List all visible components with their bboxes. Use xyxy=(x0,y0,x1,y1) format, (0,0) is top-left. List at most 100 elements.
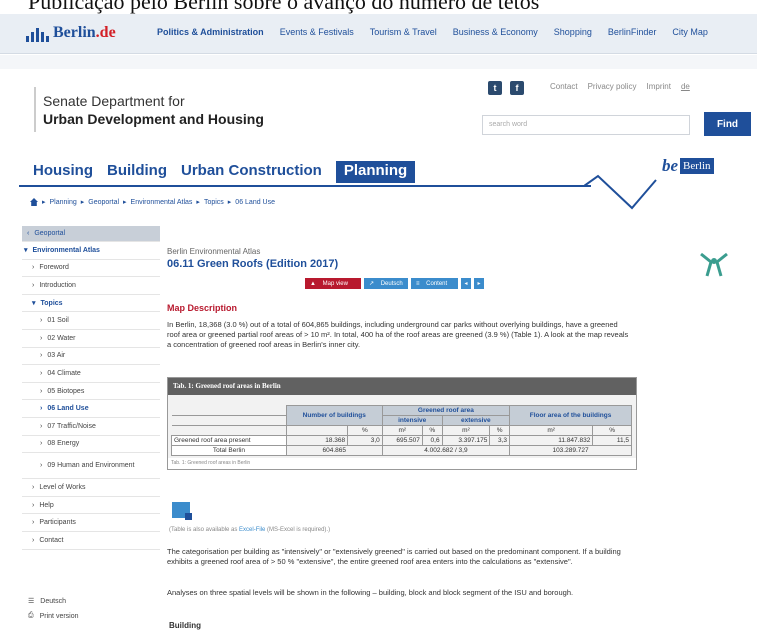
accessibility-icon[interactable] xyxy=(699,252,729,278)
view-buttons: ▲ Map view ↗ Deutsch ≡ Content ◂ ▸ xyxy=(305,278,484,289)
sidebar-item-label: 09 Human and Environment xyxy=(47,461,135,469)
tab-planning[interactable]: Planning xyxy=(335,161,416,183)
sidebar-item[interactable]: › Help xyxy=(22,497,160,515)
print-version-link[interactable]: ⎙ Print version xyxy=(28,612,79,620)
sidebar-item[interactable]: › 03 Air xyxy=(22,348,160,366)
tab-building[interactable]: Building xyxy=(107,162,167,183)
greened-roof-table: Tab. 1: Greened roof areas in Berlin Num… xyxy=(167,377,637,470)
twitter-icon[interactable]: t xyxy=(488,81,502,95)
chevron-icon: ▾ xyxy=(32,300,36,308)
sidebar-item[interactable]: › Foreword xyxy=(22,260,160,278)
sidebar-item-label: 01 Soil xyxy=(47,317,69,325)
excel-file-link[interactable]: Excel-File xyxy=(239,527,265,533)
tab-urban-construction[interactable]: Urban Construction xyxy=(181,162,322,183)
berlin-de-logo[interactable]: Berlin.de xyxy=(26,22,116,44)
table-row: Total Berlin 604.865 4.002.682 / 3,9 103… xyxy=(171,445,632,456)
map-view-button[interactable]: ▲ Map view xyxy=(305,278,361,289)
home-icon[interactable] xyxy=(30,198,38,206)
privacy-link[interactable]: Privacy policy xyxy=(588,82,637,91)
chevron-icon: › xyxy=(40,387,43,395)
sidebar-item[interactable]: › 02 Water xyxy=(22,330,160,348)
tab-housing[interactable]: Housing xyxy=(33,162,93,183)
portal-nav-berlinfinder[interactable]: BerlinFinder xyxy=(608,27,657,37)
page-title: 06.11 Green Roofs (Edition 2017) xyxy=(167,258,339,270)
excel-download-icon[interactable] xyxy=(172,502,192,520)
sidebar-item[interactable]: › 06 Land Use xyxy=(22,400,160,418)
sidebar-item[interactable]: › 08 Energy xyxy=(22,436,160,454)
col-floor-area: Floor area of the buildings xyxy=(509,405,632,426)
sidebar-deutsch-link[interactable]: ☰ Deutsch xyxy=(28,597,66,606)
logo-text: Berlin xyxy=(53,24,96,41)
unit-cell: m² xyxy=(381,425,423,436)
next-button[interactable]: ▸ xyxy=(474,278,484,289)
sidebar-item-label: 03 Air xyxy=(47,352,66,360)
berlin-logo-icon xyxy=(26,24,50,42)
sidebar-item[interactable]: › Participants xyxy=(22,514,160,532)
chevron-icon: › xyxy=(32,536,35,544)
building-heading: Building xyxy=(169,621,201,630)
logo-suffix: .de xyxy=(95,24,116,41)
sidebar-item[interactable]: › 07 Traffic/Noise xyxy=(22,418,160,436)
deutsch-button[interactable]: ↗ Deutsch xyxy=(364,278,408,289)
social-links: t f xyxy=(488,81,524,95)
sidebar-item-label: 06 Land Use xyxy=(47,405,89,413)
portal-nav-shopping[interactable]: Shopping xyxy=(554,27,592,37)
prev-button[interactable]: ◂ xyxy=(461,278,471,289)
sidebar-item[interactable]: › Level of Works xyxy=(22,479,160,497)
analysis-paragraph: Analyses on three spatial levels will be… xyxy=(167,588,574,597)
sidebar-item[interactable]: ▾ Environmental Atlas xyxy=(22,242,160,260)
sidebar-item-label: 04 Climate xyxy=(47,369,81,377)
breadcrumb-planning[interactable]: Planning xyxy=(50,199,77,206)
sidebar-item-label: Introduction xyxy=(39,281,76,289)
language-link[interactable]: de xyxy=(681,82,690,91)
breadcrumb-land-use[interactable]: 06 Land Use xyxy=(235,199,275,206)
portal-nav-events[interactable]: Events & Festivals xyxy=(280,27,354,37)
portal-nav-politics[interactable]: Politics & Administration xyxy=(157,27,264,37)
sidebar-item[interactable]: › Contact xyxy=(22,532,160,550)
sidebar-item[interactable]: ‹ Geoportal xyxy=(22,226,160,242)
sidebar-item-label: Contact xyxy=(39,536,64,544)
imprint-link[interactable]: Imprint xyxy=(646,82,670,91)
contact-link[interactable]: Contact xyxy=(550,82,578,91)
sidebar-item-label: 02 Water xyxy=(47,334,76,342)
table-row: Greened roof area present 18.368 3,0 695… xyxy=(171,435,632,446)
chevron-icon: › xyxy=(32,264,35,272)
breadcrumb-topics[interactable]: Topics xyxy=(204,199,224,206)
chevron-icon: › xyxy=(40,352,43,360)
header-links: Contact Privacy policy Imprint de xyxy=(550,82,690,91)
breadcrumb-geoportal[interactable]: Geoportal xyxy=(88,199,119,206)
portal-nav-business[interactable]: Business & Economy xyxy=(453,27,538,37)
portal-nav: Politics & Administration Events & Festi… xyxy=(157,27,708,37)
unit-cell: % xyxy=(592,425,632,436)
content-button[interactable]: ≡ Content xyxy=(411,278,458,289)
page-caption: Publicação pelo Berlin sobre o avanço do… xyxy=(0,0,757,14)
sidebar-item-label: 08 Energy xyxy=(47,440,80,448)
chevron-icon: › xyxy=(40,369,43,377)
chevron-icon: › xyxy=(40,440,43,448)
language-icon: ☰ xyxy=(28,598,35,605)
intro-paragraph: In Berlin, 18,368 (3.0 %) out of a total… xyxy=(167,320,629,349)
unit-cell: % xyxy=(347,425,383,436)
sidebar-item[interactable]: › 05 Biotopes xyxy=(22,383,160,401)
sidebar-item[interactable]: › Introduction xyxy=(22,277,160,295)
search-input[interactable]: search word xyxy=(482,115,690,135)
data-table: Number of buildings Greened roof area Fl… xyxy=(171,405,632,456)
facebook-icon[interactable]: f xyxy=(510,81,524,95)
nav-underline xyxy=(19,185,591,187)
sidebar-item[interactable]: › 09 Human and Environment xyxy=(22,453,160,480)
sidebar-item[interactable]: › 01 Soil xyxy=(22,312,160,330)
col-intensive: intensive xyxy=(381,415,443,426)
sidebar-item-label: Topics xyxy=(40,299,63,307)
portal-nav-tourism[interactable]: Tourism & Travel xyxy=(370,27,437,37)
chevron-icon: › xyxy=(32,501,35,509)
spree-wave-graphic xyxy=(584,174,657,210)
portal-nav-citymap[interactable]: City Map xyxy=(672,27,708,37)
chevron-icon: › xyxy=(32,281,35,289)
sidebar-item-label: Participants xyxy=(39,519,76,527)
sidebar-item[interactable]: ▾ Topics xyxy=(22,295,160,313)
be-berlin-box: Berlin xyxy=(680,158,714,174)
chevron-icon: ▾ xyxy=(24,247,28,255)
sidebar-item[interactable]: › 04 Climate xyxy=(22,365,160,383)
find-button[interactable]: Find xyxy=(704,112,751,136)
breadcrumb-environmental-atlas[interactable]: Environmental Atlas xyxy=(131,199,193,206)
